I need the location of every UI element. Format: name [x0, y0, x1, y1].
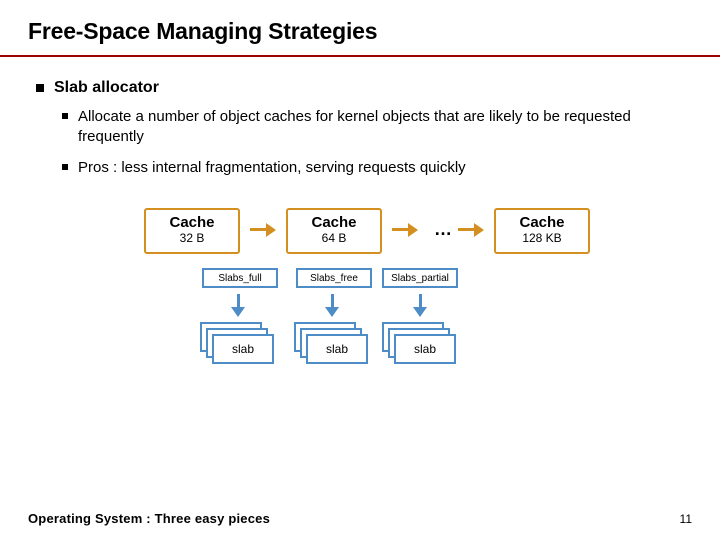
bullet-text: Allocate a number of object caches for k… [78, 107, 668, 146]
sub-bullets: Allocate a number of object caches for k… [62, 107, 692, 178]
bullet-level2: Pros : less internal fragmentation, serv… [62, 158, 692, 178]
slab-label: slab [394, 334, 456, 364]
arrow-right-icon [392, 222, 418, 238]
slab-stack: slab [294, 322, 370, 366]
slab-state-box: Slabs_full [202, 268, 278, 288]
cache-size: 128 KB [496, 231, 588, 245]
slide: Free-Space Managing Strategies Slab allo… [0, 0, 720, 540]
slab-stack: slab [382, 322, 458, 366]
slab-label: slab [212, 334, 274, 364]
cache-box: Cache 32 B [144, 208, 240, 254]
cache-label: Cache [496, 214, 588, 231]
bullet-text: Pros : less internal fragmentation, serv… [78, 158, 466, 178]
square-bullet-icon [36, 84, 44, 92]
slab-label: slab [306, 334, 368, 364]
arrow-right-icon [250, 222, 276, 238]
arrow-down-icon [413, 294, 429, 318]
cache-size: 32 B [146, 231, 238, 245]
slab-stack: slab [200, 322, 276, 366]
slab-diagram: Cache 32 B Cache 64 B … Cache 128 KB Sla… [28, 208, 692, 428]
ellipsis: … [434, 219, 452, 240]
square-bullet-icon [62, 113, 68, 119]
arrow-down-icon [231, 294, 247, 318]
cache-size: 64 B [288, 231, 380, 245]
bullet-level1: Slab allocator [36, 79, 692, 97]
cache-box: Cache 128 KB [494, 208, 590, 254]
footer: Operating System : Three easy pieces 11 [28, 511, 692, 526]
title-rule [0, 55, 720, 57]
cache-label: Cache [146, 214, 238, 231]
arrow-right-icon [458, 222, 484, 238]
section-heading: Slab allocator [54, 79, 159, 97]
page-number: 11 [680, 512, 692, 526]
slab-state-box: Slabs_free [296, 268, 372, 288]
footer-text: Operating System : Three easy pieces [28, 511, 270, 526]
cache-label: Cache [288, 214, 380, 231]
square-bullet-icon [62, 164, 68, 170]
arrow-down-icon [325, 294, 341, 318]
cache-box: Cache 64 B [286, 208, 382, 254]
slide-title: Free-Space Managing Strategies [28, 18, 692, 45]
bullet-level2: Allocate a number of object caches for k… [62, 107, 692, 146]
slab-state-box: Slabs_partial [382, 268, 458, 288]
